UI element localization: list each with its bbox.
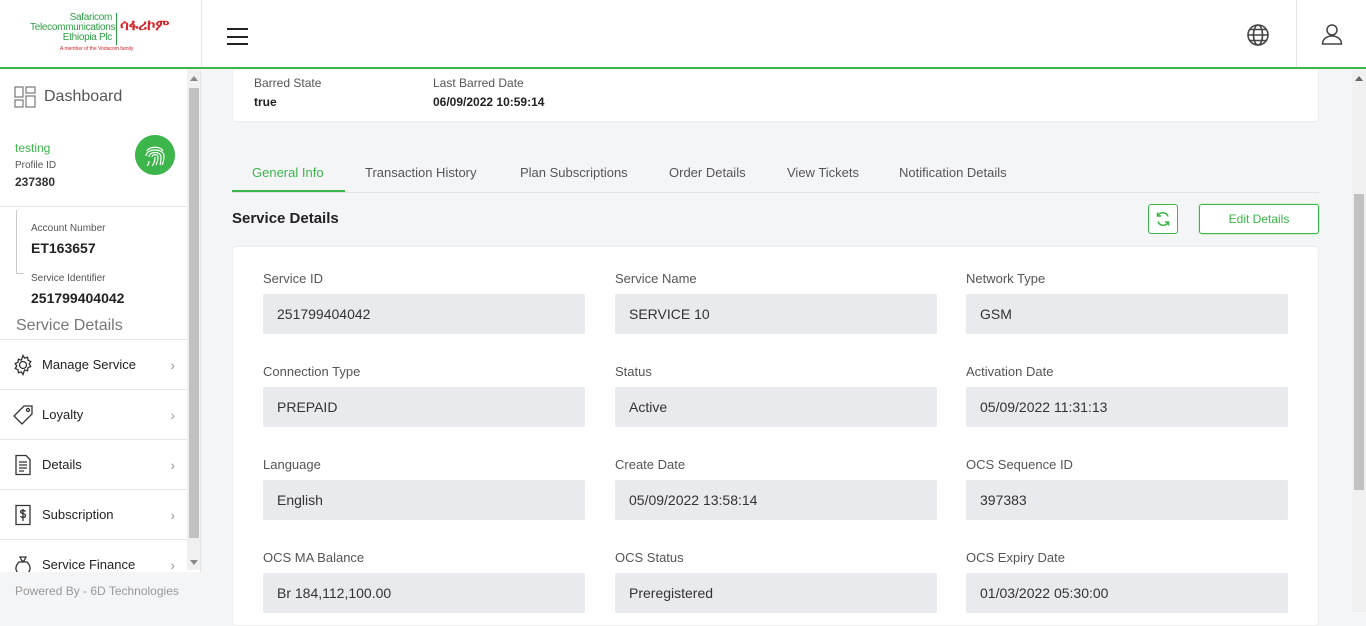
- hamburger-icon[interactable]: [227, 28, 248, 45]
- header-divider: [1296, 0, 1297, 67]
- field-activation-date[interactable]: 05/09/2022 11:31:13: [966, 387, 1288, 427]
- field-label-create-date: Create Date: [615, 457, 686, 472]
- field-create-date[interactable]: 05/09/2022 13:58:14: [615, 480, 937, 520]
- chevron-right-icon: ›: [170, 456, 175, 473]
- field-label-ocs-expiry-date: OCS Expiry Date: [966, 550, 1065, 565]
- dollar-doc-icon: [15, 504, 31, 525]
- field-label-network-type: Network Type: [966, 271, 1046, 286]
- tab-plan-subscriptions[interactable]: Plan Subscriptions: [520, 165, 628, 180]
- chevron-right-icon: ›: [170, 556, 175, 573]
- field-label-service-id: Service ID: [263, 271, 323, 286]
- logo-amharic: ሳፋሪኮም: [120, 17, 170, 34]
- barred-info-card: Barred State true Last Barred Date 06/09…: [232, 70, 1319, 122]
- account-number[interactable]: ET163657: [31, 240, 96, 256]
- user-icon[interactable]: [1320, 22, 1344, 46]
- tab-bar: General Info Transaction History Plan Su…: [232, 156, 1319, 193]
- tag-icon: [13, 404, 33, 425]
- page-scroll-thumb[interactable]: [1354, 194, 1364, 490]
- service-identifier[interactable]: 251799404042: [31, 290, 124, 306]
- field-label-ocs-ma-balance: OCS MA Balance: [263, 550, 365, 565]
- sidebar-footer: Powered By - 6D Technologies: [0, 572, 201, 612]
- logo-text: Safaricom Telecommunications Ethiopia Pl…: [30, 13, 116, 43]
- sidebar-item-label: Manage Service: [42, 357, 136, 372]
- last-barred-date-label: Last Barred Date: [433, 76, 524, 90]
- field-label-ocs-status: OCS Status: [615, 550, 684, 565]
- tab-view-tickets[interactable]: View Tickets: [787, 165, 859, 180]
- tree-line: [16, 210, 17, 273]
- tree-line-branch: [16, 273, 24, 274]
- sidebar-scrollbar[interactable]: [187, 70, 200, 570]
- barred-state-label: Barred State: [254, 76, 322, 90]
- barred-state-value: true: [254, 95, 277, 109]
- field-label-activation-date: Activation Date: [966, 364, 1054, 379]
- refresh-icon: [1156, 211, 1170, 227]
- tab-notification-details[interactable]: Notification Details: [899, 165, 1007, 180]
- service-details-card: Service ID 251799404042 Service Name SER…: [232, 246, 1319, 626]
- account-number-label: Account Number: [31, 223, 106, 234]
- document-icon: [15, 454, 31, 475]
- field-label-status: Status: [615, 364, 652, 379]
- scroll-down-arrow-icon[interactable]: [190, 560, 198, 565]
- last-barred-date-value: 06/09/2022 10:59:14: [433, 95, 545, 109]
- field-ocs-expiry-date[interactable]: 01/03/2022 05:30:00: [966, 573, 1288, 613]
- field-label-language: Language: [263, 457, 321, 472]
- globe-icon[interactable]: [1246, 23, 1270, 47]
- tab-order-details[interactable]: Order Details: [669, 165, 746, 180]
- sidebar-item-label: Service Finance: [42, 557, 136, 572]
- profile-id: 237380: [15, 175, 56, 189]
- sidebar-item-subscription[interactable]: Subscription ›: [0, 489, 187, 539]
- field-language[interactable]: English: [263, 480, 585, 520]
- field-service-id[interactable]: 251799404042: [263, 294, 585, 334]
- fingerprint-icon[interactable]: [135, 135, 175, 175]
- refresh-button[interactable]: [1148, 204, 1178, 234]
- field-label-ocs-sequence-id: OCS Sequence ID: [966, 457, 1073, 472]
- field-label-connection-type: Connection Type: [263, 364, 361, 379]
- logo-line-3: Ethiopia Plc: [62, 32, 113, 43]
- dashboard-link[interactable]: Dashboard: [14, 86, 122, 108]
- sidebar: Dashboard testing Profile ID 237380 Acco…: [0, 70, 201, 612]
- scroll-up-arrow-icon[interactable]: [190, 76, 198, 81]
- sidebar-item-manage-service[interactable]: Manage Service ›: [0, 339, 187, 389]
- top-bar: Safaricom Telecommunications Ethiopia Pl…: [0, 0, 1366, 69]
- field-service-name[interactable]: SERVICE 10: [615, 294, 937, 334]
- sidebar-scroll-thumb[interactable]: [189, 88, 199, 538]
- sidebar-item-label: Loyalty: [42, 407, 84, 422]
- logo[interactable]: Safaricom Telecommunications Ethiopia Pl…: [0, 0, 202, 67]
- scroll-up-arrow-icon[interactable]: [1355, 76, 1363, 81]
- profile-name[interactable]: testing: [15, 141, 50, 155]
- field-connection-type[interactable]: PREPAID: [263, 387, 585, 427]
- field-ocs-ma-balance[interactable]: Br 184,112,100.00: [263, 573, 585, 613]
- section-title: Service Details: [232, 210, 339, 227]
- sidebar-divider: [0, 206, 187, 207]
- field-network-type[interactable]: GSM: [966, 294, 1288, 334]
- dashboard-icon: [14, 86, 36, 108]
- field-ocs-sequence-id[interactable]: 397383: [966, 480, 1288, 520]
- chevron-right-icon: ›: [170, 356, 175, 373]
- gear-icon: [14, 353, 32, 376]
- service-identifier-label: Service Identifier: [31, 273, 106, 284]
- edit-details-button[interactable]: Edit Details: [1199, 204, 1319, 234]
- active-tab-indicator: [232, 190, 345, 192]
- profile-id-label: Profile ID: [15, 160, 57, 171]
- logo-tagline: A member of the Vodacom family: [60, 46, 134, 52]
- sidebar-item-details[interactable]: Details ›: [0, 439, 187, 489]
- tab-general-info[interactable]: General Info: [252, 165, 324, 180]
- tab-transaction-history[interactable]: Transaction History: [365, 165, 477, 180]
- dashboard-label: Dashboard: [44, 88, 123, 105]
- sidebar-item-label: Subscription: [42, 507, 114, 522]
- sidebar-section-heading: Service Details: [16, 317, 123, 334]
- main-content: Barred State true Last Barred Date 06/09…: [202, 70, 1352, 626]
- chevron-right-icon: ›: [170, 406, 175, 423]
- logo-divider: [116, 13, 117, 45]
- page-scrollbar[interactable]: [1352, 70, 1366, 612]
- field-label-service-name: Service Name: [615, 271, 697, 286]
- chevron-right-icon: ›: [170, 506, 175, 523]
- sidebar-item-loyalty[interactable]: Loyalty ›: [0, 389, 187, 439]
- sidebar-item-label: Details: [42, 457, 82, 472]
- field-ocs-status[interactable]: Preregistered: [615, 573, 937, 613]
- field-status[interactable]: Active: [615, 387, 937, 427]
